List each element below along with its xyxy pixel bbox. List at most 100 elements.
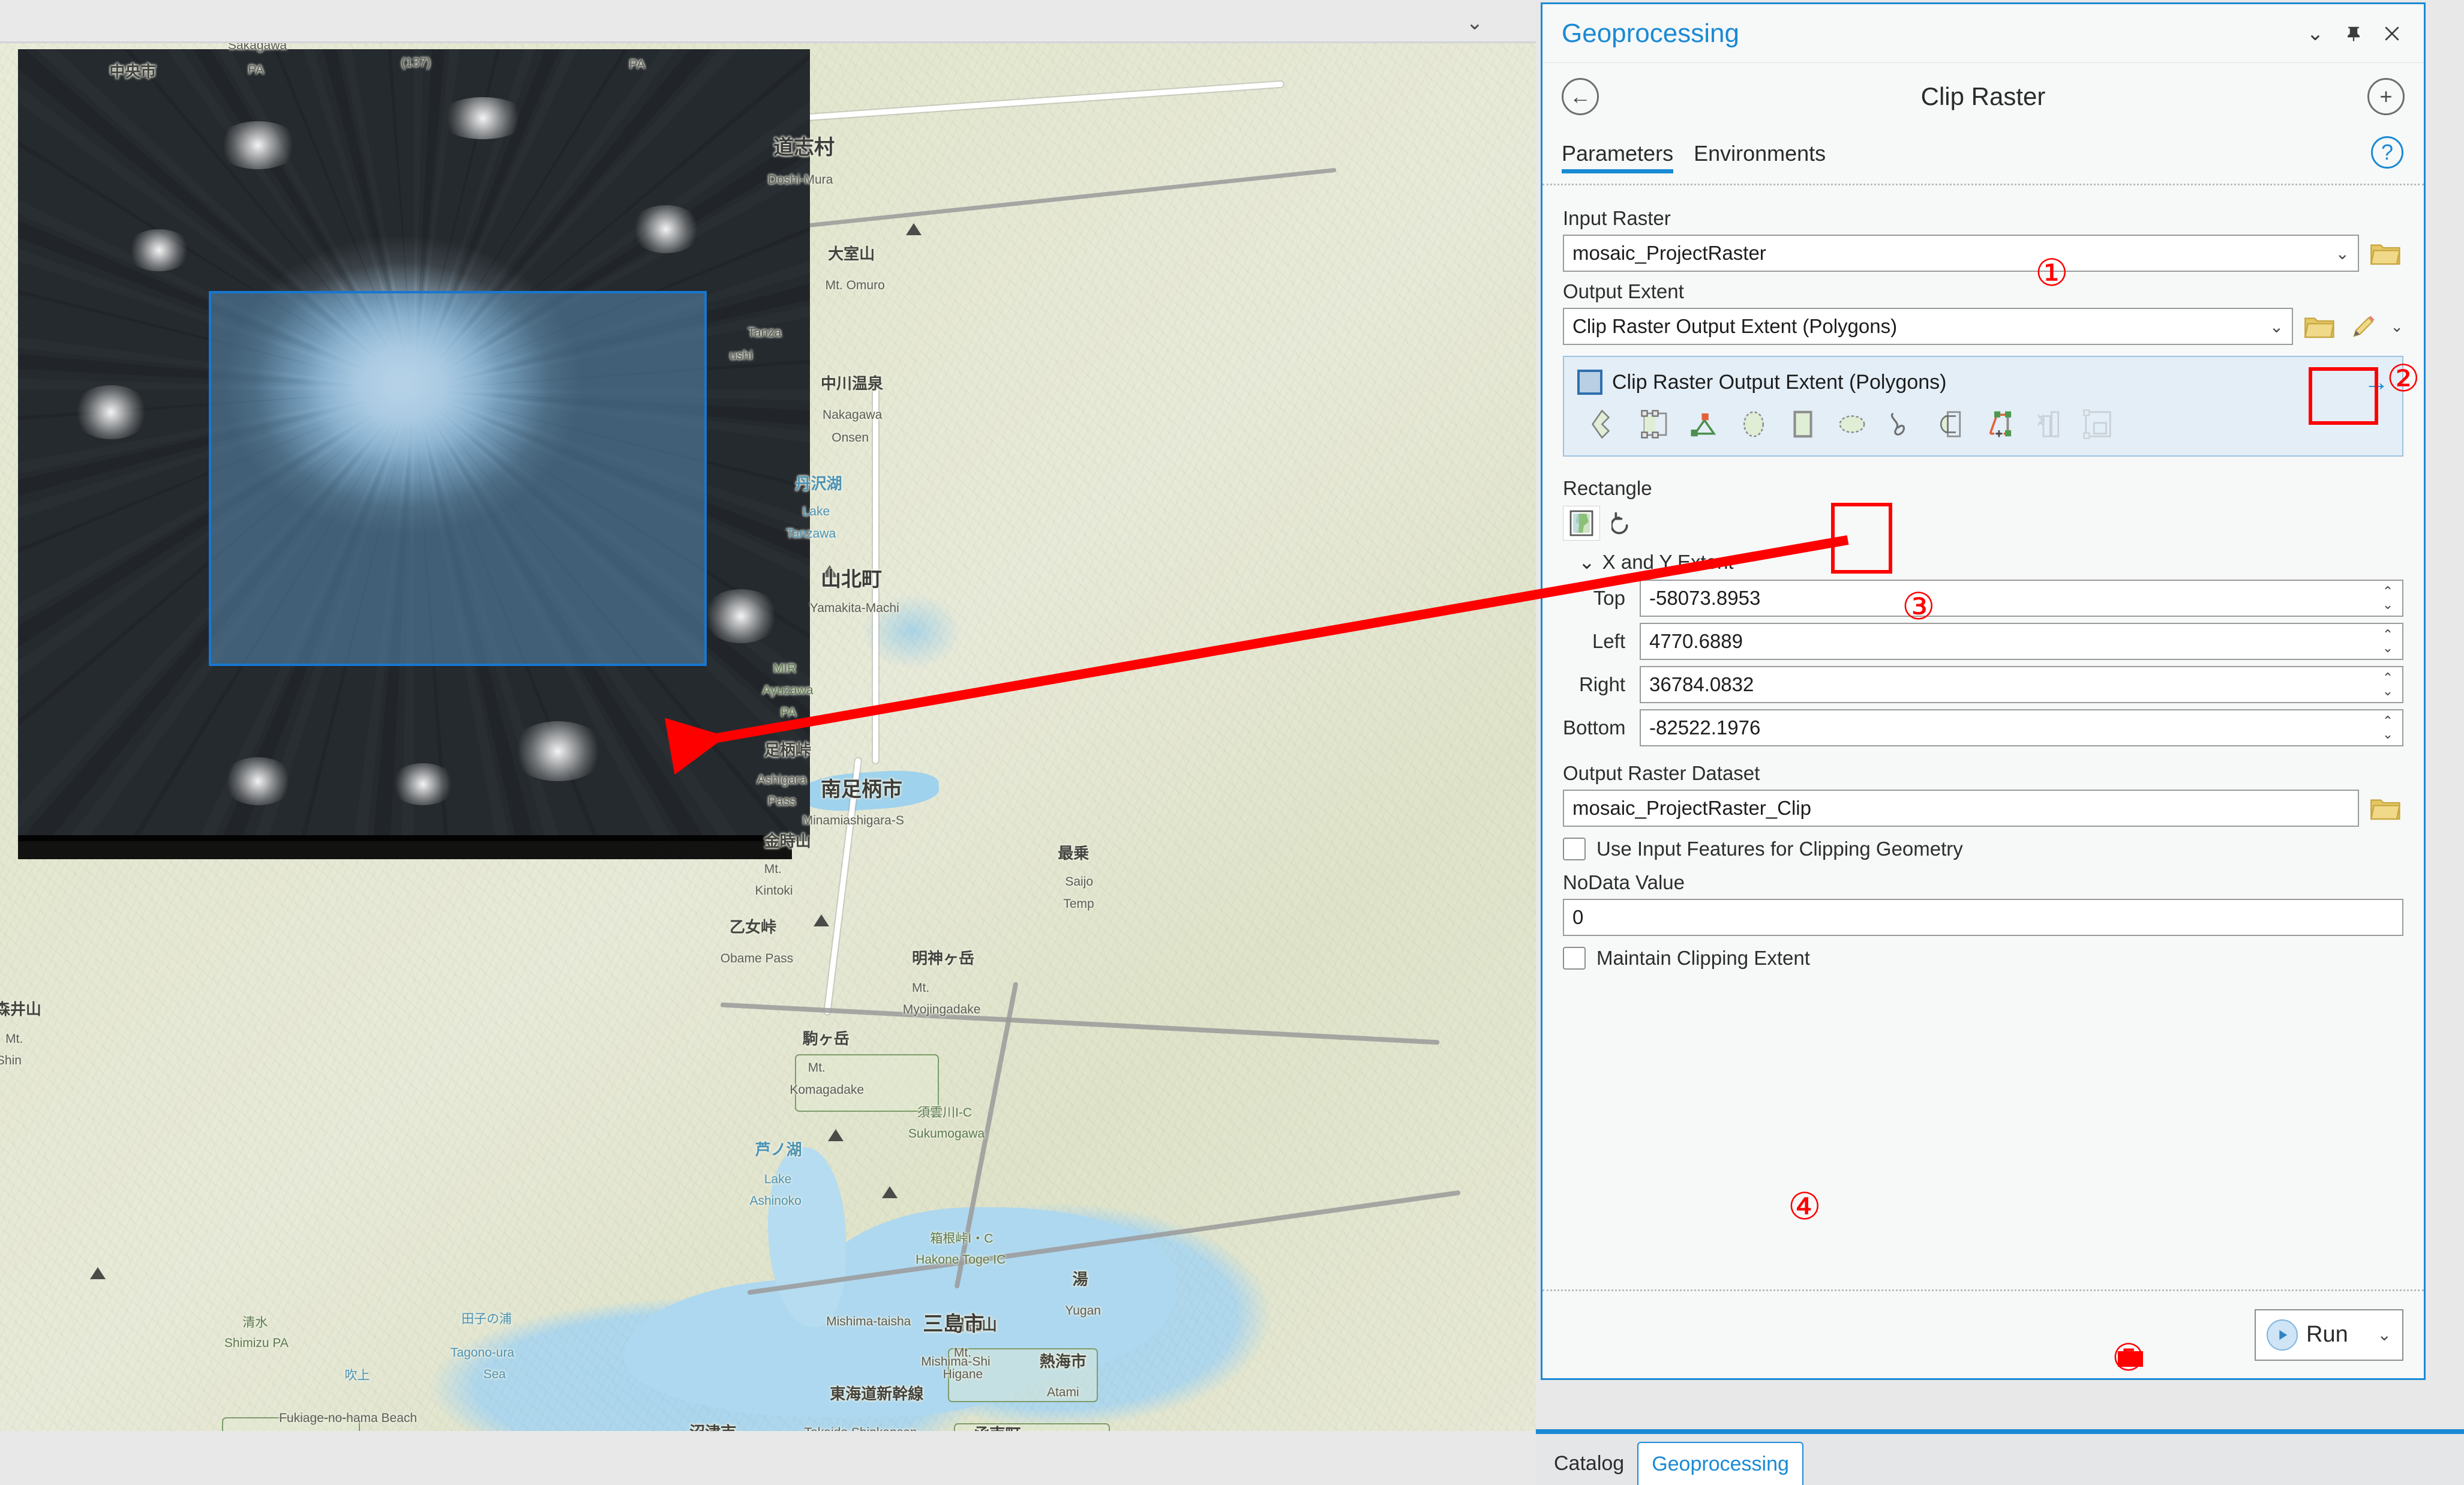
help-question-icon[interactable]: ? xyxy=(2371,136,2403,169)
highway-label-box-shimizu xyxy=(222,1417,360,1431)
chevron-down-icon[interactable]: ⌄ xyxy=(2390,317,2403,336)
extent-bottom-value: -82522.1976 xyxy=(1649,716,1761,739)
extent-top-label: Top xyxy=(1593,587,1625,609)
extent-row-bottom: Bottom -82522.1976 ⌃ ⌄ xyxy=(1563,709,2403,746)
add-plus-icon[interactable]: + xyxy=(2367,78,2405,115)
polygon-tool[interactable] xyxy=(1686,406,1722,442)
extent-bottom-field[interactable]: -82522.1976 ⌃ ⌄ xyxy=(1640,709,2403,746)
output-raster-dataset-label: Output Raster Dataset xyxy=(1563,762,1760,784)
dock-tab-geoprocessing[interactable]: Geoprocessing xyxy=(1637,1442,1803,1485)
highway-label-box-hakonetoge xyxy=(954,1423,1110,1431)
output-extent-value: Clip Raster Output Extent (Polygons) xyxy=(1572,315,1898,337)
raster-edge-fill xyxy=(18,835,792,859)
run-button-label: Run xyxy=(2306,1322,2348,1347)
folder-open-icon[interactable] xyxy=(2369,791,2403,826)
hillshade-highlight xyxy=(702,589,780,643)
xy-extent-label: X and Y Extent xyxy=(1602,550,1734,573)
geoprocessing-titlebar: Geoprocessing ⌄ xyxy=(1542,4,2424,63)
highway-label-box-sukumogawa xyxy=(948,1348,1098,1402)
raster-layer-mosaic-projectraster[interactable] xyxy=(18,49,810,841)
pane-menu-chevron-icon[interactable]: ⌄ xyxy=(2299,17,2331,50)
extent-row-top: Top -58073.8953 ⌃ ⌄ xyxy=(1563,580,2403,617)
folder-open-icon[interactable] xyxy=(2303,309,2337,344)
extent-right-field[interactable]: 36784.0832 ⌃ ⌄ xyxy=(1640,666,2403,703)
map-view[interactable]: ⌄ 中央市 Sakagawa PA PA (137) 道志村 Doshi-Mur… xyxy=(0,0,1536,1431)
maintain-clipping-extent-checkbox[interactable] xyxy=(1563,947,1586,970)
peak-marker xyxy=(90,1267,106,1279)
extent-top-field[interactable]: -58073.8953 ⌃ ⌄ xyxy=(1640,580,2403,617)
nodata-value-text: 0 xyxy=(1572,906,1584,928)
output-raster-dataset-field[interactable]: mosaic_ProjectRaster_Clip xyxy=(1563,790,2359,827)
run-button[interactable]: Run ⌄ xyxy=(2255,1309,2403,1361)
sketch-tool-strip xyxy=(1577,406,2389,442)
nodata-value-row: 0 xyxy=(1563,899,2403,936)
tool-title: Clip Raster xyxy=(1920,82,2046,110)
hillshade-highlight xyxy=(630,205,702,253)
rectangle-tool[interactable] xyxy=(1785,406,1821,442)
map-canvas[interactable]: 中央市 Sakagawa PA PA (137) 道志村 Doshi-Mura 大室山 Mt. … xyxy=(0,43,1536,1431)
chevron-down-icon[interactable]: ⌄ xyxy=(2264,317,2283,337)
peak-marker xyxy=(814,914,829,926)
rectangle-from-center-tool[interactable] xyxy=(2080,406,2116,442)
pin-icon[interactable] xyxy=(2337,17,2370,50)
extent-bottom-label: Bottom xyxy=(1563,716,1626,739)
close-icon[interactable] xyxy=(2376,17,2408,50)
output-raster-dataset-value: mosaic_ProjectRaster_Clip xyxy=(1572,797,1811,819)
extent-row-left: Left 4770.6889 ⌃ ⌄ xyxy=(1563,623,2403,660)
hillshade-highlight xyxy=(390,763,456,805)
output-extent-field[interactable]: Clip Raster Output Extent (Polygons) ⌄ xyxy=(1563,308,2294,345)
hillshade-highlight xyxy=(222,757,294,805)
clip-rectangle-graphic[interactable] xyxy=(209,291,707,666)
tab-parameters[interactable]: Parameters xyxy=(1562,141,1674,173)
chevron-down-icon[interactable]: ⌄ xyxy=(1578,550,1595,574)
rectangle-extent-from-map-button[interactable] xyxy=(1563,506,1600,541)
nodata-value-field[interactable]: 0 xyxy=(1563,899,2403,936)
feature-template-title: Clip Raster Output Extent (Polygons) xyxy=(1612,370,1947,394)
chevron-down-icon[interactable]: ⌄ xyxy=(2330,244,2349,263)
dock-tab-bar: Catalog Geoprocessing xyxy=(1536,1434,2464,1485)
back-arrow-icon[interactable]: ← xyxy=(1562,78,1599,115)
right-angle-polygon-tool[interactable] xyxy=(1932,406,1968,442)
spinner-arrows-icon[interactable]: ⌃ ⌄ xyxy=(2378,671,2397,698)
spinner-arrows-icon[interactable]: ⌃ ⌄ xyxy=(2378,715,2397,741)
chevron-down-icon[interactable]: ⌄ xyxy=(1463,11,1487,35)
autocomplete-polygon-tool[interactable] xyxy=(1588,406,1624,442)
ellipse-tool[interactable] xyxy=(1834,406,1870,442)
hillshade-highlight xyxy=(72,385,150,439)
output-raster-dataset-row: mosaic_ProjectRaster_Clip xyxy=(1563,790,2403,827)
output-extent-label: Output Extent xyxy=(1563,280,1684,302)
xy-extent-header[interactable]: ⌄ X and Y Extent xyxy=(1578,550,2403,574)
forward-arrow-icon[interactable]: → xyxy=(2364,368,2389,397)
spinner-arrows-icon[interactable]: ⌃ ⌄ xyxy=(2378,585,2397,611)
hillshade-highlight xyxy=(510,721,606,781)
arcgis-pro-window: ⌄ 中央市 Sakagawa PA PA (137) 道志村 Doshi-Mur… xyxy=(0,0,2464,1485)
extent-top-value: -58073.8953 xyxy=(1649,587,1761,609)
freehand-tool[interactable] xyxy=(1883,406,1919,442)
folder-open-icon[interactable] xyxy=(2369,236,2403,271)
reset-undo-button[interactable] xyxy=(1606,506,1643,541)
use-input-features-row[interactable]: Use Input Features for Clipping Geometry xyxy=(1563,838,2403,860)
pencil-edit-icon[interactable] xyxy=(2347,309,2381,344)
maintain-clipping-extent-row[interactable]: Maintain Clipping Extent xyxy=(1563,947,2403,970)
circle-tool[interactable] xyxy=(1736,406,1772,442)
use-input-features-checkbox[interactable] xyxy=(1563,838,1586,860)
tool-footer: Run ⌄ xyxy=(1542,1289,2424,1378)
peak-marker xyxy=(906,223,922,235)
auto-complete-freehand-tool[interactable] xyxy=(2031,406,2067,442)
rectangle-two-point-tool[interactable] xyxy=(1637,406,1673,442)
input-raster-label: Input Raster xyxy=(1563,207,1671,229)
extent-left-field[interactable]: 4770.6889 ⌃ ⌄ xyxy=(1640,623,2403,660)
dock-tab-catalog[interactable]: Catalog xyxy=(1541,1442,1637,1485)
tool-header: ← Clip Raster + xyxy=(1542,63,2424,130)
highway-label-box-ayuzawa xyxy=(795,1054,939,1112)
input-raster-field[interactable]: mosaic_ProjectRaster ⌄ xyxy=(1563,235,2359,272)
input-raster-value: mosaic_ProjectRaster xyxy=(1572,242,1766,264)
trace-tool[interactable] xyxy=(1982,406,2018,442)
spinner-arrows-icon[interactable]: ⌃ ⌄ xyxy=(2378,628,2397,655)
tab-environments[interactable]: Environments xyxy=(1694,141,1826,173)
chevron-down-icon[interactable]: ⌄ xyxy=(2378,1325,2391,1345)
rectangle-section-label: Rectangle xyxy=(1563,477,1652,499)
hillshade-highlight xyxy=(216,121,300,169)
extent-left-value: 4770.6889 xyxy=(1649,630,1743,652)
polygon-symbol-swatch xyxy=(1577,370,1602,395)
